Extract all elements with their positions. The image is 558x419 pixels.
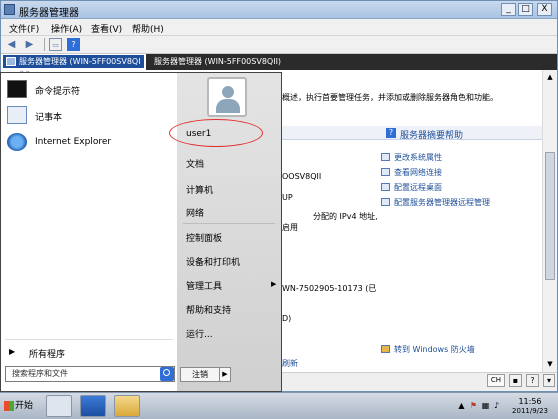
action-center-flag-icon[interactable]: ⚑: [469, 401, 478, 410]
search-programs-input[interactable]: 搜索程序和文件: [5, 366, 175, 382]
powershell-taskbar-icon[interactable]: [80, 395, 106, 417]
help-icon[interactable]: ?: [67, 38, 80, 51]
tree-item-server-manager[interactable]: 服务器管理器 (WIN-5FF00SV8QI: [3, 55, 144, 68]
enabled-fragment: 启用: [282, 223, 298, 232]
content-header: 服务器管理器 (WIN-5FF00SV8QII): [146, 54, 557, 70]
cmd-icon: [7, 80, 27, 98]
tree-item-label: 服务器管理器 (WIN-5FF00SV8QI: [19, 57, 141, 66]
language-indicator[interactable]: CH: [487, 374, 505, 387]
maximize-button[interactable]: □: [518, 3, 533, 16]
help-icon: ?: [386, 128, 396, 138]
action-view-network-connections[interactable]: 查看网络连接: [381, 167, 442, 178]
close-button[interactable]: X: [537, 3, 552, 16]
submenu-arrow-icon: ▶: [271, 280, 277, 288]
start-menu-places-pane: user1 文档 计算机 网络 控制面板 设备和打印机 管理工具 ▶ 帮助和支持…: [169, 73, 281, 391]
product-id-fragment: WN-7502905-10173 (已: [282, 284, 377, 293]
network-tray-icon[interactable]: ▦: [481, 401, 490, 410]
volume-icon[interactable]: ♪: [492, 401, 501, 410]
server-manager-icon: [4, 4, 15, 15]
options-icon[interactable]: ▾: [543, 374, 555, 387]
menu-action[interactable]: 操作(A): [51, 22, 82, 35]
clock-time[interactable]: 11:56: [503, 397, 557, 406]
firewall-link[interactable]: 转到 Windows 防火墙: [381, 344, 475, 355]
clock-date[interactable]: 2011/9/23: [503, 407, 557, 415]
program-internet-explorer[interactable]: Internet Explorer: [7, 132, 173, 154]
start-label: 开始: [15, 401, 34, 411]
avatar-head: [222, 86, 234, 98]
scroll-thumb[interactable]: [545, 152, 555, 280]
action-configure-remote-management[interactable]: 配置服务器管理器远程管理: [381, 197, 490, 208]
scroll-down-icon[interactable]: ▼: [545, 359, 555, 369]
places-separator: [183, 223, 275, 224]
user-avatar[interactable]: [207, 77, 247, 117]
place-admin-tools[interactable]: 管理工具: [186, 279, 222, 292]
all-programs-arrow-icon: ▶: [9, 347, 16, 356]
programs-separator: [5, 339, 173, 340]
window-title: 服务器管理器: [19, 8, 79, 19]
toolbar: ◀ ▶ ▭ ?: [1, 36, 557, 54]
refresh-link[interactable]: 刷新: [282, 358, 298, 369]
workgroup-fragment: UP: [282, 193, 293, 202]
remote-management-icon: [381, 198, 390, 206]
status-fragment: D): [282, 314, 292, 323]
computer-name-fragment: OOSV8QII: [282, 172, 322, 181]
notepad-icon: [7, 106, 27, 124]
logoff-button[interactable]: 注销: [180, 367, 220, 382]
windows-flag-icon: [4, 401, 14, 411]
network-icon: [381, 168, 390, 176]
all-programs-label: 所有程序: [29, 350, 66, 360]
start-button[interactable]: 开始: [2, 396, 36, 416]
title-bar[interactable]: 服务器管理器 _ □ X: [1, 1, 557, 19]
start-menu: 命令提示符 记事本 Internet Explorer ▶ 所有程序 搜索程序和…: [0, 72, 282, 392]
ipv4-fragment: 分配的 IPv4 地址,: [313, 212, 378, 221]
intro-text: 概述，执行首要管理任务，并添加或删除服务器角色和功能。: [282, 93, 498, 102]
search-icon[interactable]: [160, 367, 174, 381]
help-icon[interactable]: ?: [526, 374, 539, 387]
place-computer[interactable]: 计算机: [186, 183, 213, 196]
remote-desktop-icon: [381, 183, 390, 191]
firewall-icon: [381, 345, 390, 353]
program-notepad[interactable]: 记事本: [7, 105, 173, 127]
start-menu-programs-pane: 命令提示符 记事本 Internet Explorer ▶ 所有程序 搜索程序和…: [1, 73, 177, 391]
place-control-panel[interactable]: 控制面板: [186, 231, 222, 244]
server-manager-taskbar-icon[interactable]: [46, 395, 72, 417]
menu-bar: 文件(F) 操作(A) 查看(V) 帮助(H): [1, 19, 557, 36]
action-configure-remote-desktop[interactable]: 配置远程桌面: [381, 182, 442, 193]
place-help-support[interactable]: 帮助和支持: [186, 303, 231, 316]
place-network[interactable]: 网络: [186, 206, 204, 219]
highlight-oval: [169, 119, 263, 147]
place-documents[interactable]: 文档: [186, 157, 204, 170]
summary-help-label: 服务器摘要帮助: [400, 131, 464, 141]
toolbar-separator: [44, 38, 45, 51]
vertical-scrollbar[interactable]: ▲ ▼: [542, 70, 557, 372]
system-tray: ▲ ⚑ ▦ ♪ 11:56 2011/9/23: [455, 396, 558, 418]
menu-file[interactable]: 文件(F): [9, 22, 39, 35]
show-hide-tree-icon[interactable]: ▭: [49, 38, 62, 51]
menu-view[interactable]: 查看(V): [91, 22, 122, 35]
avatar-body: [216, 99, 240, 113]
forward-arrow-icon[interactable]: ▶: [23, 38, 36, 51]
all-programs[interactable]: ▶ 所有程序: [7, 347, 65, 360]
show-hidden-icons-icon[interactable]: ▲: [457, 401, 466, 410]
ime-icon[interactable]: ▪: [509, 374, 522, 387]
summary-help-link[interactable]: ? 服务器摘要帮助: [386, 128, 463, 141]
server-icon: [6, 57, 16, 66]
program-cmd[interactable]: 命令提示符: [7, 79, 173, 101]
action-change-system-properties[interactable]: 更改系统属性: [381, 152, 442, 163]
minimize-button[interactable]: _: [501, 3, 516, 16]
explorer-taskbar-icon[interactable]: [114, 395, 140, 417]
scroll-up-icon[interactable]: ▲: [545, 72, 555, 82]
shutdown-options-arrow-icon[interactable]: ▶: [219, 367, 231, 382]
place-run[interactable]: 运行...: [186, 327, 213, 340]
back-arrow-icon[interactable]: ◀: [5, 38, 18, 51]
ie-icon: [7, 133, 27, 151]
place-devices-printers[interactable]: 设备和打印机: [186, 255, 240, 268]
menu-help[interactable]: 帮助(H): [132, 22, 164, 35]
system-properties-icon: [381, 153, 390, 161]
taskbar: 开始 ▲ ⚑ ▦ ♪ 11:56 2011/9/23: [0, 392, 558, 419]
